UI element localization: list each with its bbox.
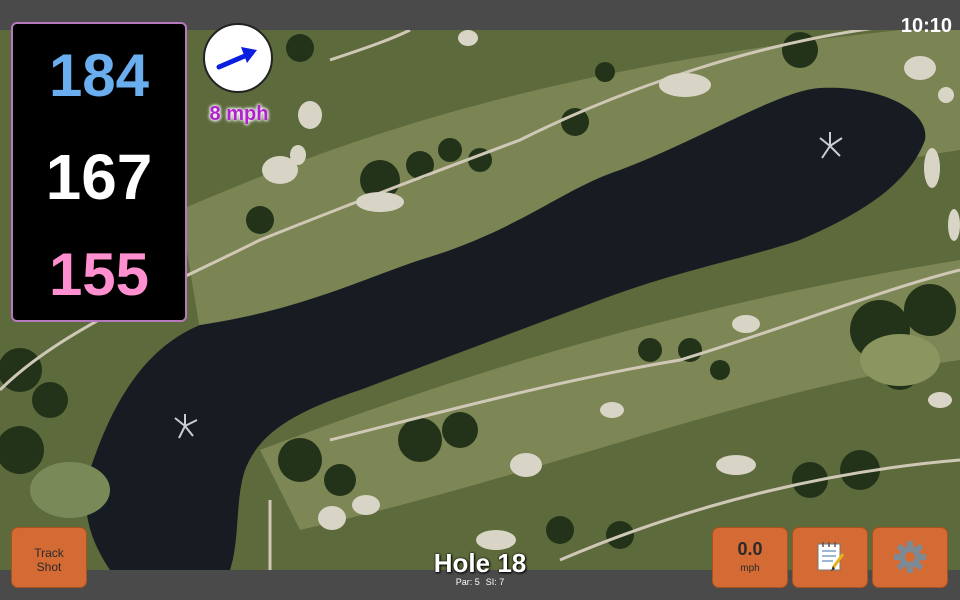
notes-button[interactable] — [792, 527, 868, 588]
hole-par: Par: 5 — [455, 577, 480, 587]
gear-icon — [894, 541, 926, 573]
track-shot-label-1: Track — [34, 546, 64, 560]
hole-info: Par: 5 SI: 7 — [380, 577, 580, 587]
middle-distance: 167 — [45, 141, 153, 213]
speed-value: 0.0 — [737, 539, 763, 559]
track-shot-button[interactable]: Track Shot — [11, 527, 87, 588]
back-distance: 184 — [48, 42, 150, 109]
hole-title: Hole 18 — [433, 548, 527, 578]
distance-panel: 184 167 155 — [11, 22, 187, 322]
track-shot-label-2: Shot — [36, 560, 62, 574]
hole-si: SI: 7 — [485, 577, 505, 587]
settings-button[interactable] — [872, 527, 948, 588]
speed-unit: mph — [740, 563, 760, 574]
clock: 10:10 — [900, 15, 952, 37]
arrow-icon — [216, 47, 257, 70]
notepad-icon — [817, 542, 845, 571]
speed-button[interactable]: 0.0 mph — [712, 527, 788, 588]
wind-indicator[interactable] — [203, 23, 273, 93]
wind-speed-label: 8 mph — [209, 103, 269, 125]
front-distance: 155 — [48, 241, 150, 308]
